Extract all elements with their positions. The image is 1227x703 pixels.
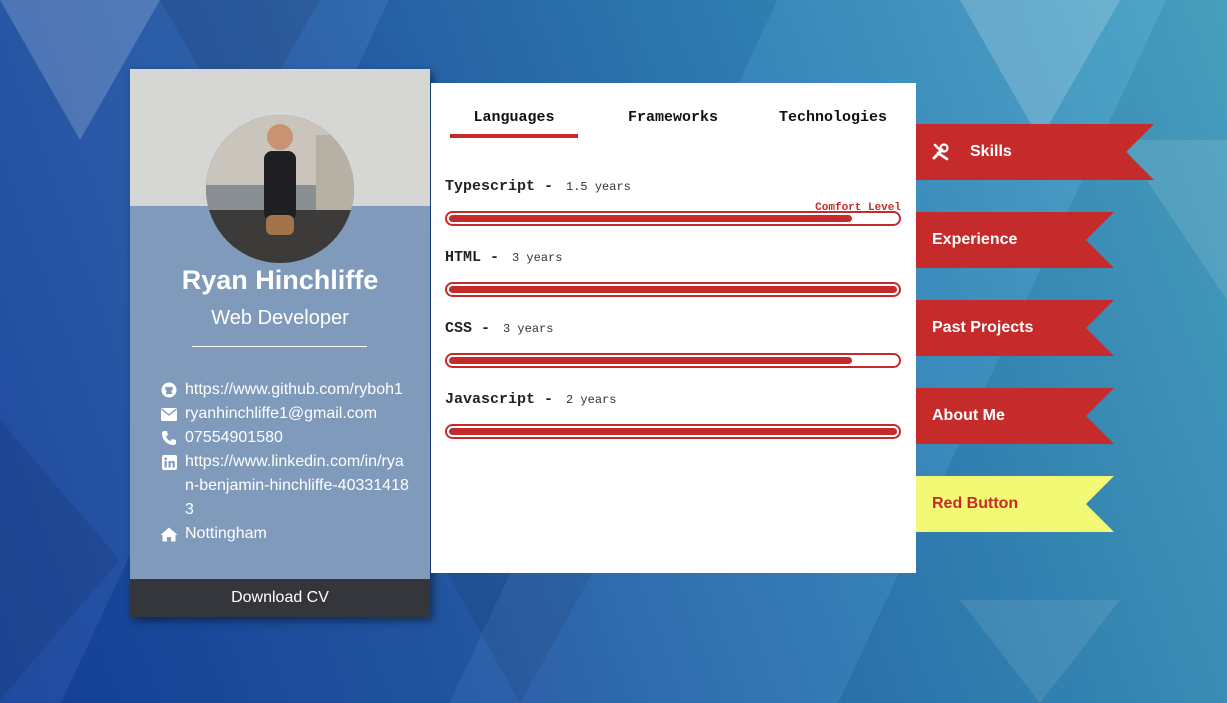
nav-about-me-label: About Me: [932, 407, 1005, 424]
skill-progress-fill: [449, 286, 897, 293]
nav-about-me[interactable]: About Me: [916, 388, 1114, 444]
skill-progress-bar: [445, 353, 901, 368]
tab-frameworks[interactable]: Frameworks: [611, 109, 735, 126]
contact-phone-text: 07554901580: [185, 429, 283, 446]
contact-email-text: ryanhinchliffe1@gmail.com: [185, 405, 378, 422]
skill-item: Javascript - 2 years: [445, 391, 901, 441]
divider: [192, 346, 367, 347]
skill-years: 3 years: [503, 322, 554, 336]
contact-phone[interactable]: 07554901580: [160, 426, 420, 450]
contact-linkedin-text: https://www.linkedin.com/in/ryan-benjami…: [185, 453, 409, 518]
nav-past-projects[interactable]: Past Projects: [916, 300, 1114, 356]
contact-email[interactable]: ryanhinchliffe1@gmail.com: [160, 402, 420, 426]
profile-name: Ryan Hinchliffe: [181, 265, 379, 295]
nav-past-projects-label: Past Projects: [932, 319, 1034, 336]
skill-title: HTML - 3 years: [445, 249, 563, 266]
tools-icon: [932, 143, 950, 161]
red-button-label: Red Button: [932, 495, 1019, 512]
tab-technologies[interactable]: Technologies: [768, 109, 898, 126]
profile-role: Web Developer: [211, 307, 349, 329]
skill-progress-bar: [445, 424, 901, 439]
skill-progress-bar: [445, 211, 901, 226]
phone-icon: [160, 426, 178, 450]
contact-linkedin[interactable]: https://www.linkedin.com/in/ryan-benjami…: [160, 450, 420, 522]
download-cv-button[interactable]: Download CV: [130, 579, 430, 617]
skill-progress-fill: [449, 215, 852, 222]
skill-name: Typescript: [445, 178, 536, 195]
skill-name: HTML: [445, 249, 482, 266]
contact-github-text: https://www.github.com/ryboh1: [185, 381, 403, 398]
skill-progress-fill: [449, 428, 897, 435]
nav-experience-label: Experience: [932, 231, 1018, 248]
skill-years: 2 years: [566, 393, 617, 407]
contact-location: Nottingham: [160, 522, 420, 546]
github-icon: [160, 378, 178, 402]
contact-location-text: Nottingham: [185, 525, 267, 542]
skills-panel: Languages Frameworks Technologies Typesc…: [431, 83, 916, 573]
home-icon: [160, 522, 178, 546]
skill-title: CSS - 3 years: [445, 320, 554, 337]
skills-tabs: Languages Frameworks Technologies: [431, 109, 916, 139]
red-button[interactable]: Red Button: [916, 476, 1114, 532]
skill-progress-fill: [449, 357, 852, 364]
tab-languages[interactable]: Languages: [450, 109, 578, 138]
contact-github[interactable]: https://www.github.com/ryboh1: [160, 378, 420, 402]
skill-title: Typescript - 1.5 years: [445, 178, 631, 195]
skill-name: CSS: [445, 320, 473, 337]
skill-item: Typescript - 1.5 years Comfort Level: [445, 178, 901, 228]
nav-skills[interactable]: Skills: [916, 124, 1154, 180]
skill-title: Javascript - 2 years: [445, 391, 617, 408]
nav-experience[interactable]: Experience: [916, 212, 1114, 268]
skill-item: HTML - 3 years: [445, 249, 901, 299]
contact-list: https://www.github.com/ryboh1 ryanhinchl…: [160, 378, 420, 546]
profile-card: Ryan Hinchliffe Web Developer https://ww…: [130, 69, 430, 617]
skill-name: Javascript: [445, 391, 536, 408]
skill-years: 1.5 years: [566, 180, 631, 194]
avatar: [206, 115, 354, 263]
nav-skills-label: Skills: [970, 143, 1012, 160]
skill-progress-bar: [445, 282, 901, 297]
linkedin-icon: [160, 450, 178, 474]
skill-item: CSS - 3 years: [445, 320, 901, 370]
envelope-icon: [160, 402, 178, 426]
skill-years: 3 years: [512, 251, 563, 265]
